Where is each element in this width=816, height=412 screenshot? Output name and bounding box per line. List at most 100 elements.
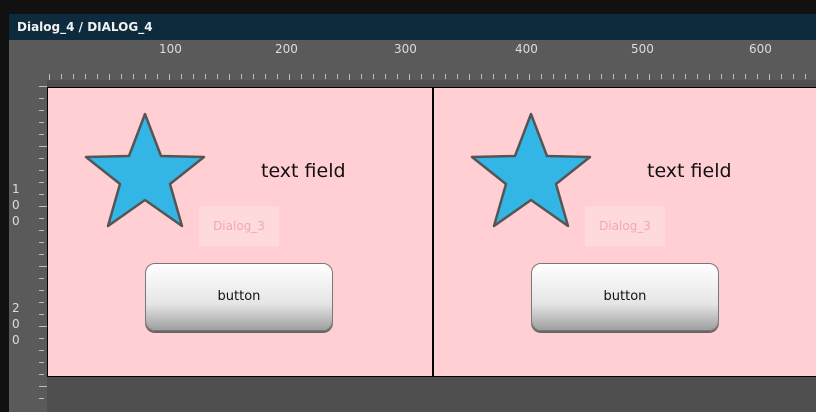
ruler-label-200: 200 xyxy=(275,42,298,56)
ruler-tick xyxy=(757,74,758,79)
ruler-tick xyxy=(637,74,638,79)
ruler-tick xyxy=(39,218,44,219)
ruler-tick xyxy=(373,74,374,79)
ruler-tick xyxy=(39,194,44,195)
left-ruler: 1 0 0 2 0 0 xyxy=(9,80,47,412)
ruler-tick xyxy=(385,74,386,79)
ruler-tick xyxy=(39,386,47,387)
ruler-left-label-0b: 0 xyxy=(12,214,20,228)
ruler-tick xyxy=(121,74,122,79)
ruler-tick xyxy=(541,74,542,79)
star-icon[interactable] xyxy=(84,108,206,230)
star-icon[interactable] xyxy=(470,108,592,230)
ruler-tick xyxy=(433,74,434,79)
design-canvas[interactable]: text field Dialog_3 button text field Di… xyxy=(47,80,816,412)
ruler-label-400: 400 xyxy=(515,42,538,56)
ruler-tick xyxy=(685,74,686,79)
ruler-tick xyxy=(145,74,146,79)
ruler-tick xyxy=(39,110,44,111)
ruler-tick xyxy=(39,278,44,279)
ruler-tick xyxy=(517,74,518,79)
ruler-tick xyxy=(39,374,44,375)
ruler-tick xyxy=(565,74,566,79)
ruler-tick xyxy=(265,74,266,79)
ruler-tick xyxy=(805,74,806,79)
ruler-tick xyxy=(577,74,578,79)
dialog-button[interactable]: button xyxy=(531,263,719,331)
ruler-tick xyxy=(661,74,662,79)
ruler-tick xyxy=(445,74,446,79)
ruler-tick xyxy=(39,254,44,255)
dialog-name-label[interactable]: Dialog_3 xyxy=(585,206,665,246)
ruler-label-600: 600 xyxy=(749,42,772,56)
ruler-tick xyxy=(39,362,44,363)
ruler-tick xyxy=(325,74,326,79)
ruler-tick xyxy=(39,338,44,339)
ruler-tick xyxy=(39,182,44,183)
ruler-left-label-0a: 0 xyxy=(12,198,20,212)
editor-frame: Dialog_4 / DIALOG_4 100 200 300 400 500 … xyxy=(0,0,816,412)
ruler-tick xyxy=(39,350,44,351)
ruler-tick xyxy=(39,122,44,123)
ruler-label-300: 300 xyxy=(394,42,417,56)
ruler-tick xyxy=(553,74,554,79)
ruler-tick xyxy=(781,74,782,79)
ruler-tick xyxy=(39,302,44,303)
ruler-tick xyxy=(73,74,74,79)
ruler-tick xyxy=(673,74,674,79)
ruler-tick xyxy=(85,74,86,79)
ruler-tick xyxy=(39,230,44,231)
ruler-tick xyxy=(457,74,458,79)
ruler-tick xyxy=(493,74,494,79)
ruler-left-label-2: 2 xyxy=(12,301,20,315)
ruler-tick xyxy=(133,74,134,79)
dialog-panel-right[interactable]: text field Dialog_3 button xyxy=(432,87,816,377)
ruler-tick xyxy=(39,266,47,267)
ruler-tick xyxy=(61,74,62,79)
ruler-tick xyxy=(361,74,362,79)
ruler-tick xyxy=(241,74,242,79)
ruler-tick xyxy=(301,74,302,79)
ruler-label-500: 500 xyxy=(631,42,654,56)
ruler-tick xyxy=(421,74,422,79)
ruler-tick xyxy=(625,74,626,79)
ruler-tick xyxy=(337,74,338,79)
ruler-label-100: 100 xyxy=(159,42,182,56)
top-ruler: 100 200 300 400 500 600 xyxy=(9,40,816,84)
ruler-tick xyxy=(157,74,158,79)
ruler-left-label-0c: 0 xyxy=(12,317,20,331)
ruler-tick xyxy=(39,86,47,87)
ruler-tick xyxy=(313,74,314,79)
dialog-editor-window: Dialog_4 / DIALOG_4 100 200 300 400 500 … xyxy=(9,14,816,412)
ruler-tick xyxy=(613,74,614,79)
ruler-tick xyxy=(277,74,278,79)
dialog-button[interactable]: button xyxy=(145,263,333,331)
ruler-tick xyxy=(697,74,698,79)
ruler-tick xyxy=(39,206,47,207)
ruler-tick xyxy=(505,74,506,79)
ruler-tick xyxy=(39,146,47,147)
text-field-label[interactable]: text field xyxy=(647,160,732,182)
ruler-tick xyxy=(745,74,746,79)
ruler-tick xyxy=(39,134,44,135)
text-field-label[interactable]: text field xyxy=(261,160,346,182)
ruler-left-label-0d: 0 xyxy=(12,333,20,347)
dialog-name-label[interactable]: Dialog_3 xyxy=(199,206,279,246)
ruler-tick xyxy=(39,98,44,99)
ruler-tick xyxy=(97,74,98,79)
ruler-tick xyxy=(601,74,602,79)
ruler-tick xyxy=(217,74,218,79)
window-title: Dialog_4 / DIALOG_4 xyxy=(9,14,816,40)
ruler-tick xyxy=(397,74,398,79)
ruler-tick xyxy=(39,290,44,291)
ruler-tick xyxy=(721,74,722,79)
ruler-tick xyxy=(193,74,194,79)
ruler-tick xyxy=(481,74,482,79)
ruler-tick xyxy=(39,314,44,315)
ruler-tick xyxy=(39,326,47,327)
ruler-tick xyxy=(733,74,734,79)
ruler-tick xyxy=(205,74,206,79)
ruler-tick xyxy=(39,170,44,171)
dialog-panel-left[interactable]: text field Dialog_3 button xyxy=(47,87,433,377)
ruler-tick xyxy=(39,158,44,159)
